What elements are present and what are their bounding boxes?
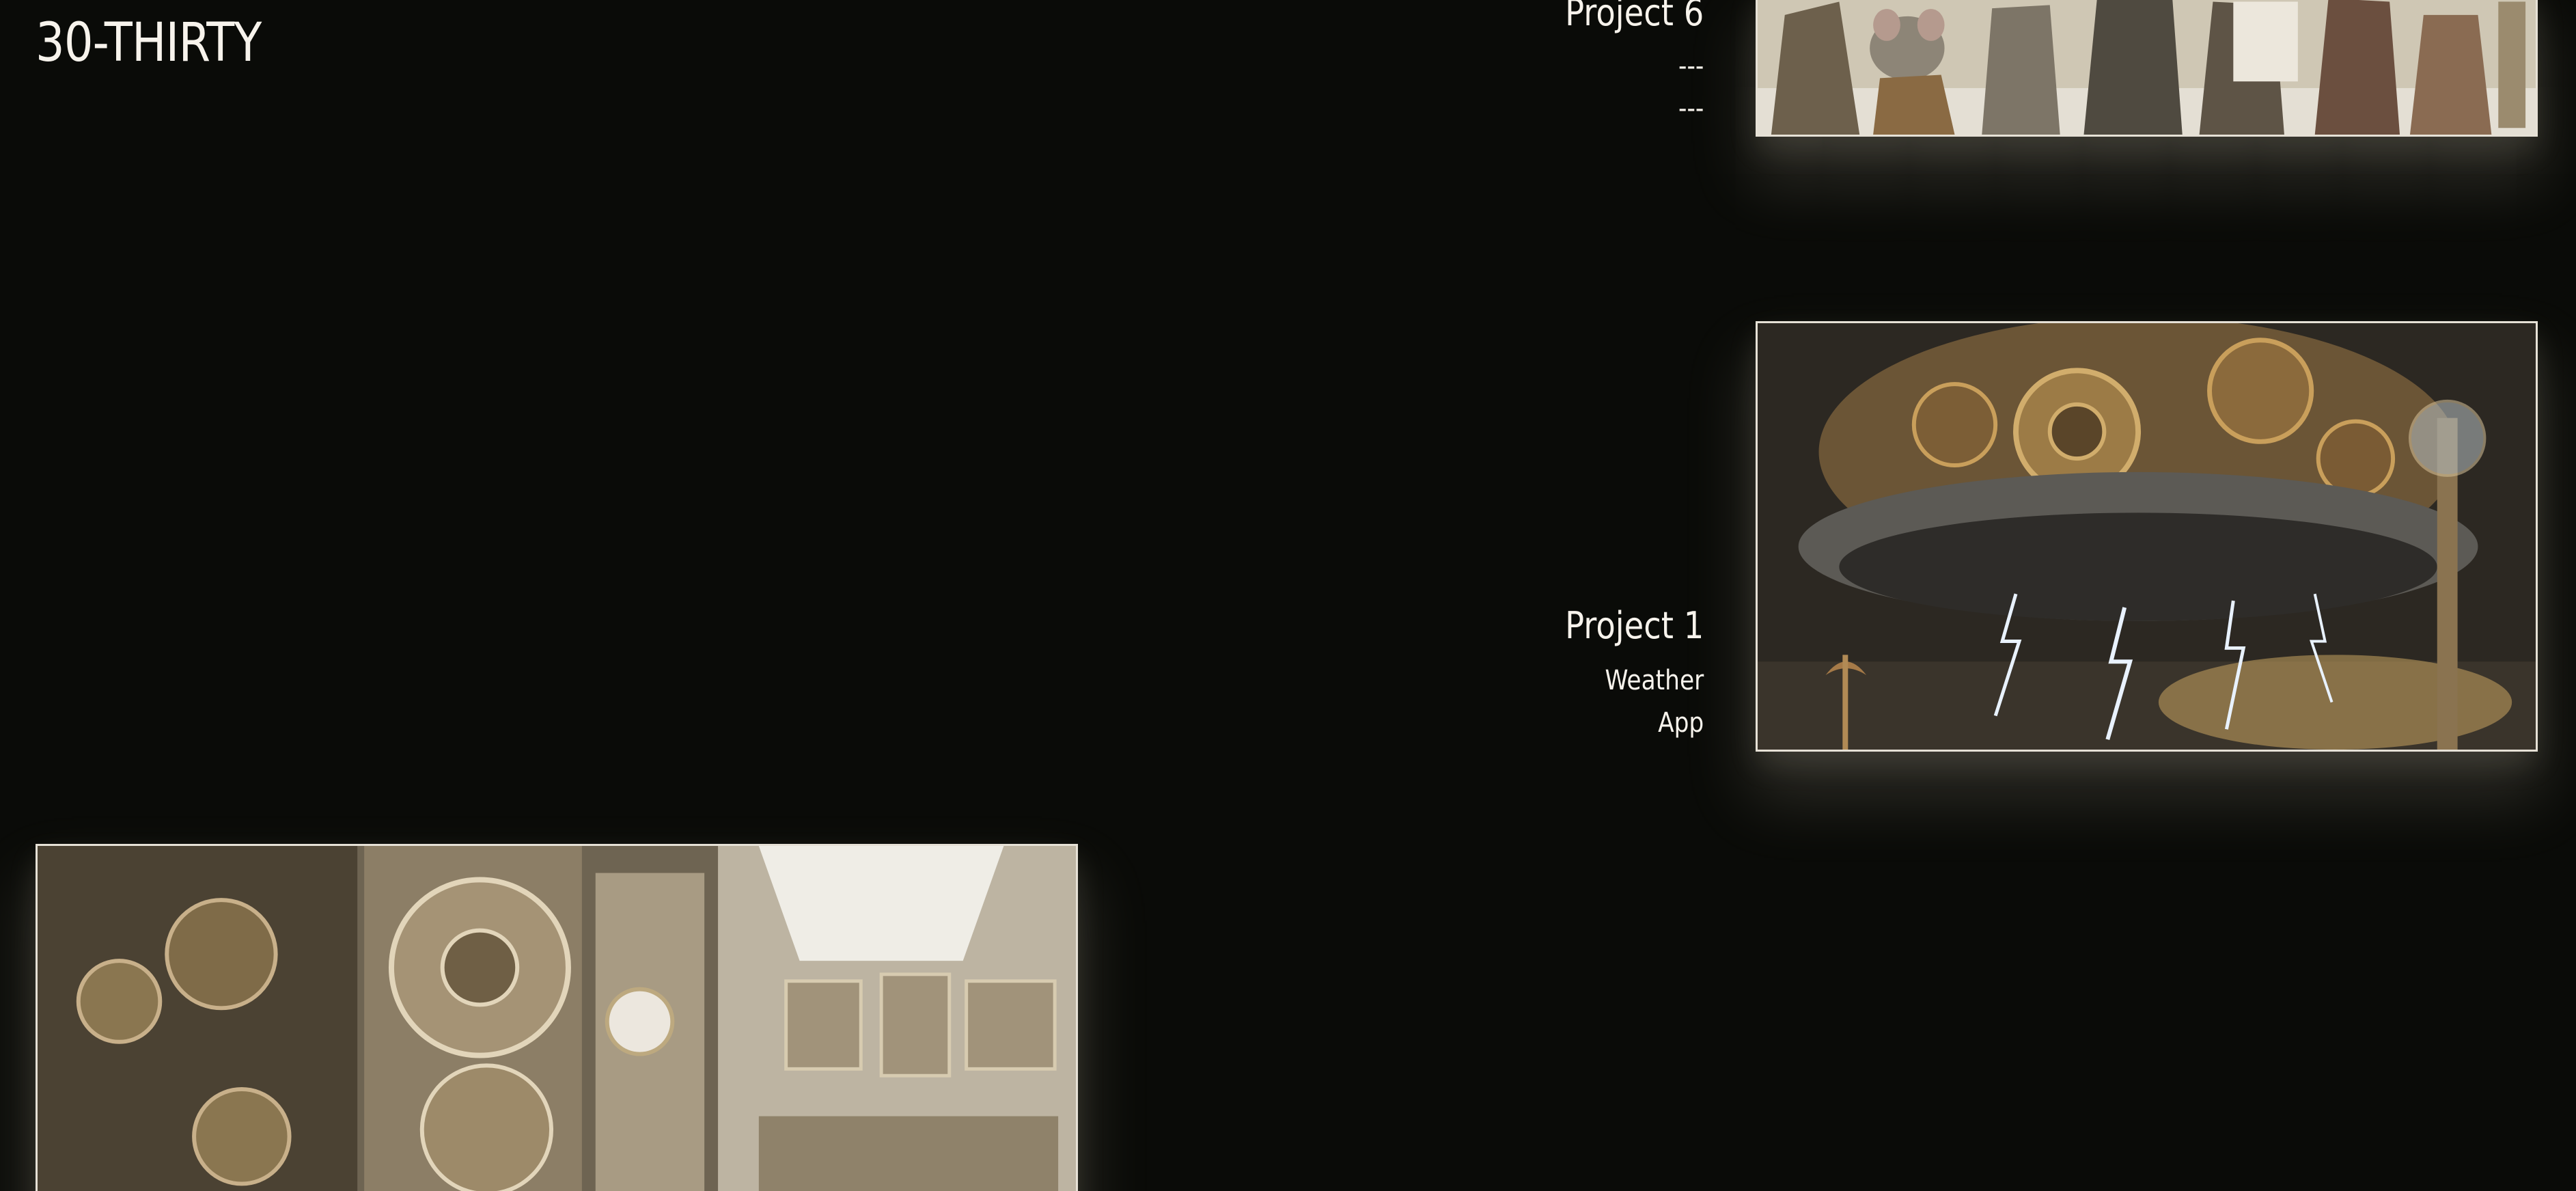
site-title[interactable]: 30-THIRTY	[36, 5, 262, 81]
project-1-text: Project 1 Weather App	[1542, 602, 1704, 744]
project-1-description-line: Weather	[1605, 665, 1704, 696]
project-6-title[interactable]: Project 6	[1565, 0, 1704, 37]
project-6-text: Project 6 --- ---	[1542, 0, 1704, 130]
steampunk-storm-cloud-image	[1758, 323, 2536, 750]
workshop-image-card[interactable]	[36, 844, 1078, 1191]
project-6-description-line: ---	[1678, 51, 1704, 82]
project-1-title[interactable]: Project 1	[1565, 602, 1704, 650]
steampunk-clockwork-workshop-image	[38, 846, 1076, 1191]
project-6-description: --- ---	[1565, 45, 1704, 130]
steampunk-rat-crowd-image	[1758, 0, 2536, 135]
project-1-description-line: App	[1657, 707, 1704, 739]
project-1-image-card[interactable]	[1756, 321, 2538, 752]
project-6-description-line: ---	[1678, 93, 1704, 124]
project-6-image-card[interactable]	[1756, 0, 2538, 137]
project-1-description: Weather App	[1565, 659, 1704, 744]
